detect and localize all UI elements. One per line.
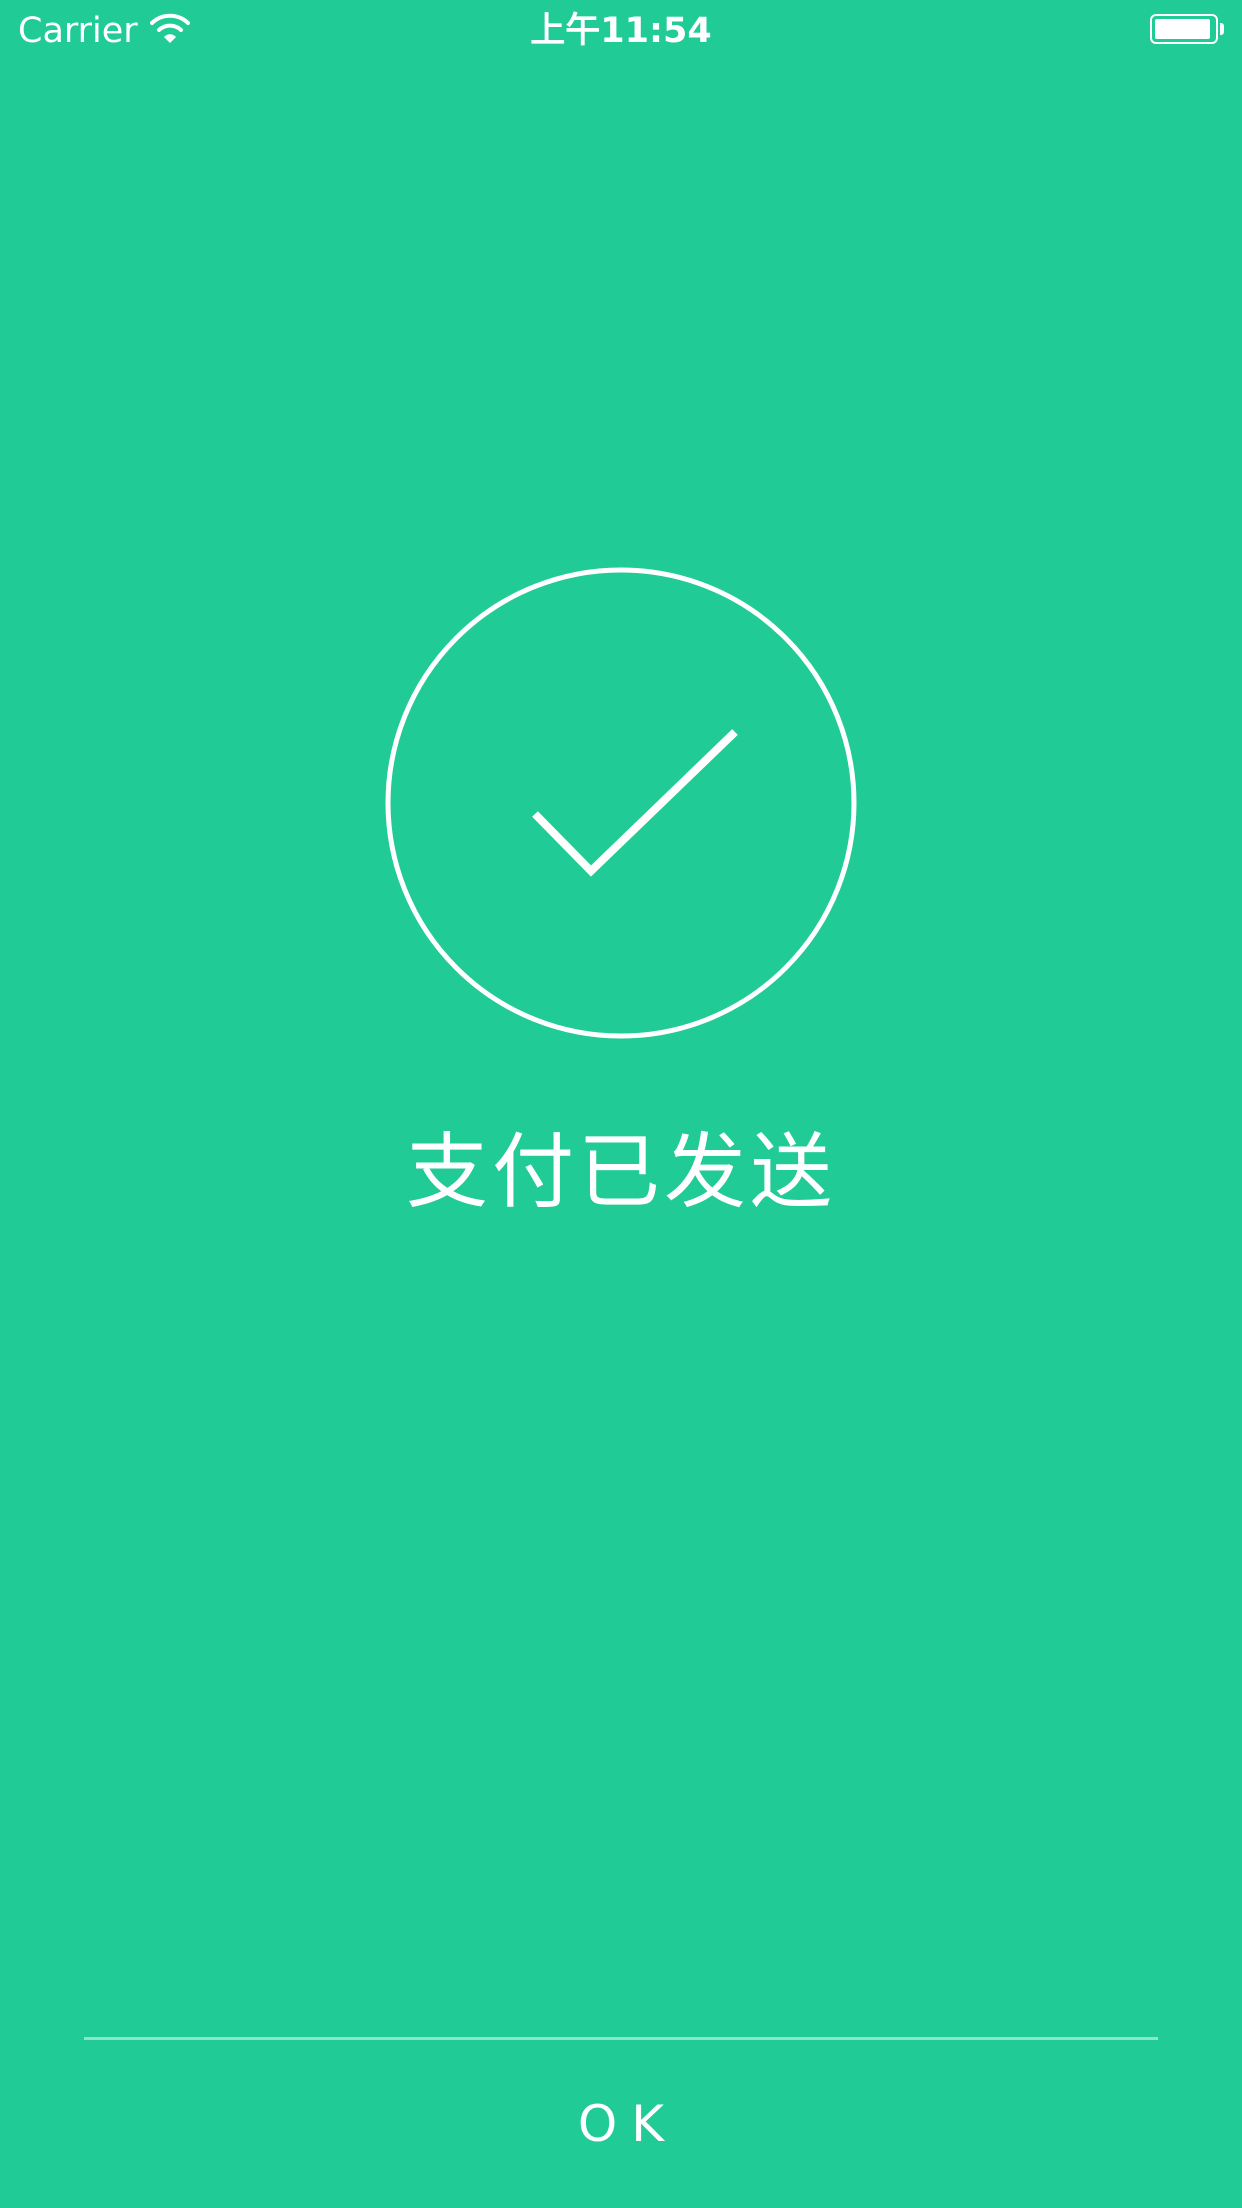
battery-tip xyxy=(1220,23,1224,35)
checkmark-icon xyxy=(532,729,738,877)
battery-icon xyxy=(1150,14,1218,44)
battery-level xyxy=(1155,19,1210,39)
success-circle xyxy=(385,567,857,1039)
ok-button[interactable]: OK xyxy=(0,2040,1242,2208)
status-time: 上午11:54 xyxy=(530,11,712,51)
payment-sent-message: 支付已发送 xyxy=(405,1125,836,1220)
checkmark-circle-icon xyxy=(385,567,857,1039)
status-bar: Carrier 上午11:54 xyxy=(0,0,1242,62)
